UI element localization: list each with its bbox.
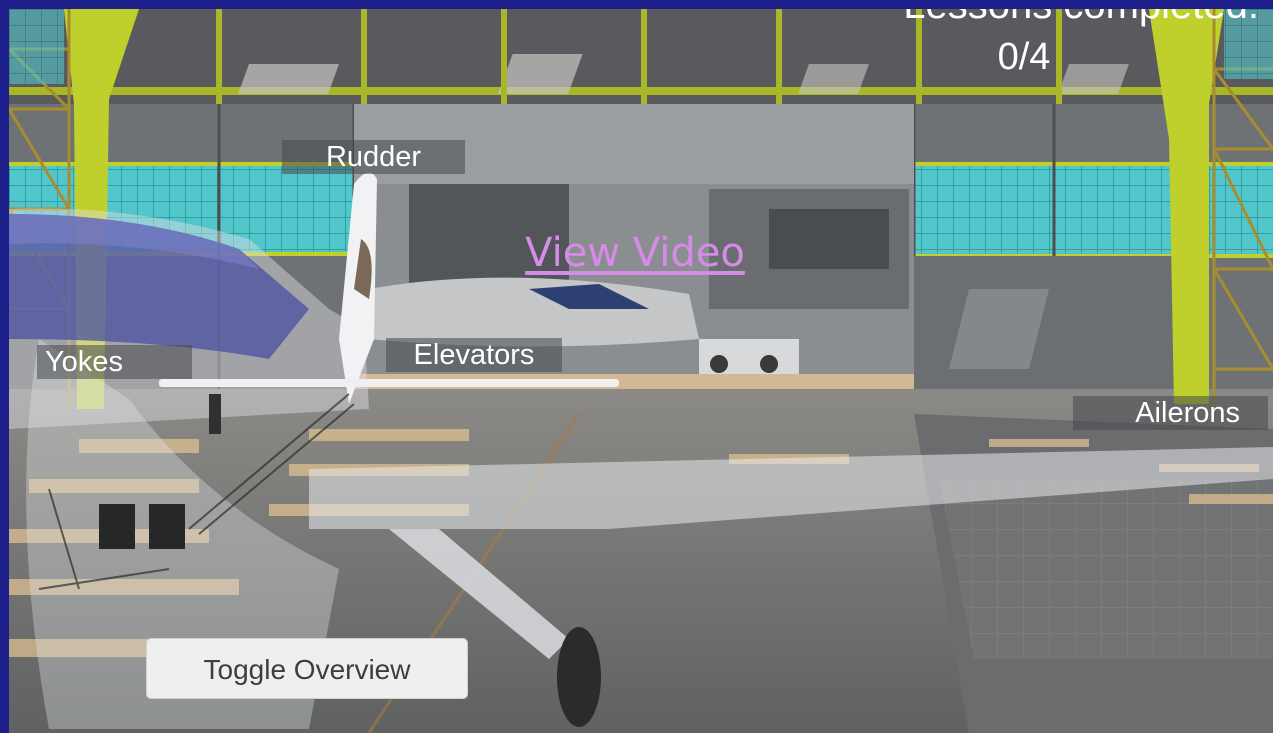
toggle-overview-button[interactable]: Toggle Overview: [146, 638, 468, 699]
view-video-link[interactable]: View Video: [515, 227, 755, 279]
yokes-label: Yokes: [37, 345, 192, 379]
elevators-label: Elevators: [386, 338, 562, 372]
lessons-completed-title: Lessons completed:: [799, 9, 1259, 27]
hangar-window-right: [914, 164, 1273, 256]
ailerons-label: Ailerons: [1073, 396, 1268, 430]
rudder-label: Rudder: [282, 140, 465, 174]
game-viewport: Rudder Yokes Elevators Ailerons Lessons …: [9, 9, 1273, 733]
lessons-completed-count: 0/4: [997, 36, 1051, 78]
hangar-scene: [9, 9, 1273, 733]
